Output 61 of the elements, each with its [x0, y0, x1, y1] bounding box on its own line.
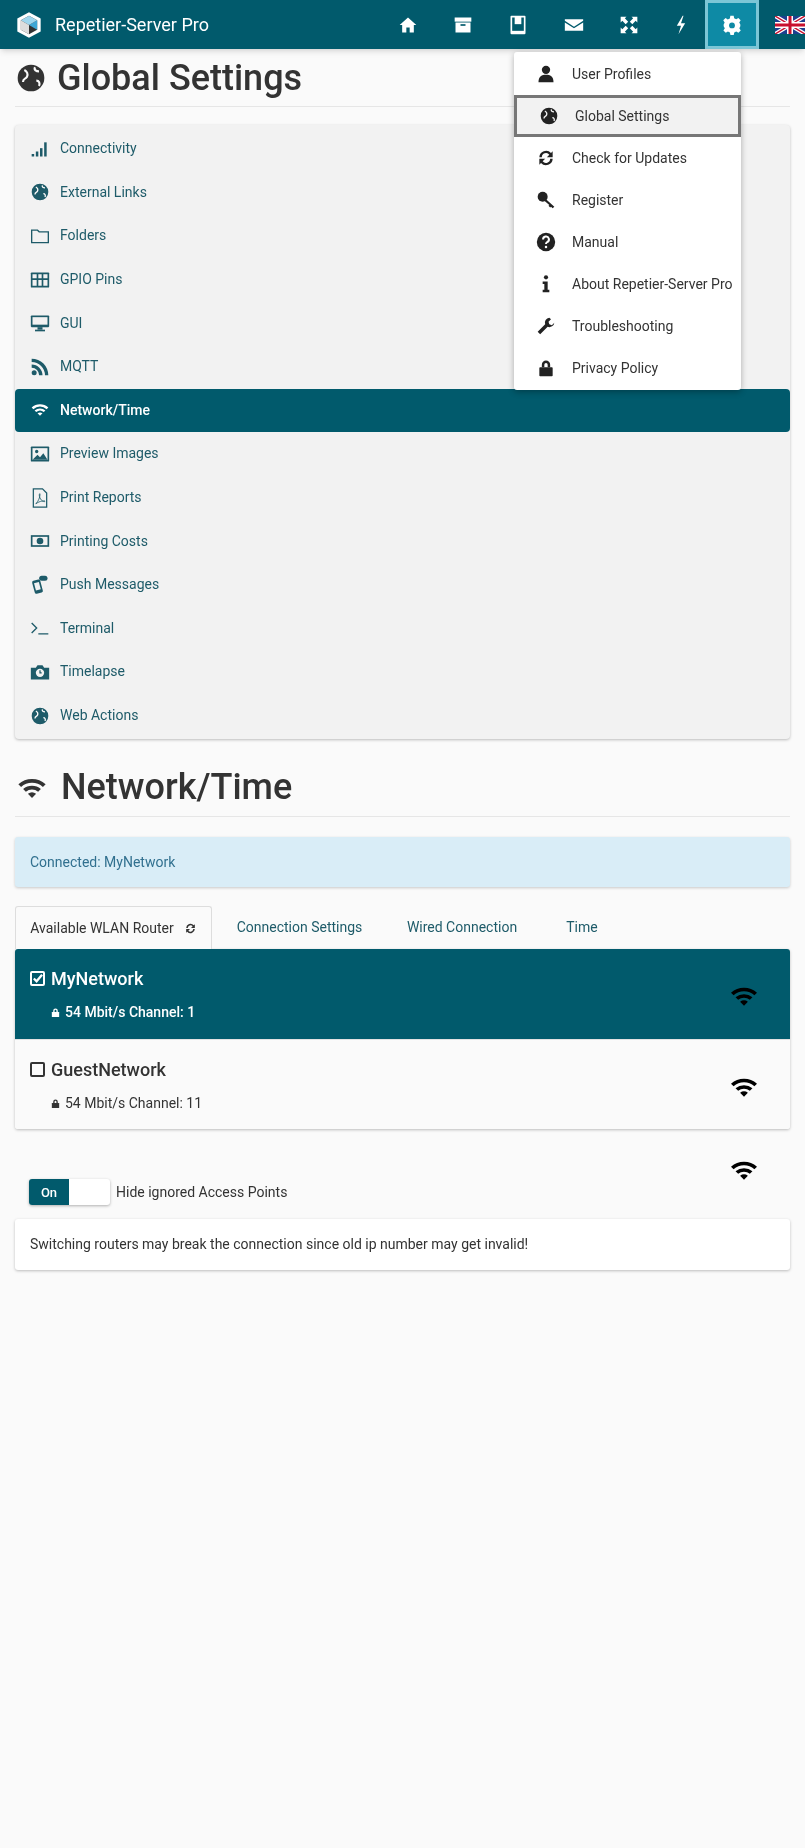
expand-icon: [619, 14, 639, 35]
lock-icon: [536, 358, 556, 378]
settings-menu-item[interactable]: External Links: [60, 181, 147, 203]
status-alert: Connected: MyNetwork: [15, 837, 790, 888]
checkbox[interactable]: [30, 1061, 45, 1077]
question-icon: [536, 232, 556, 252]
dropdown-menu-item[interactable]: Manual: [514, 221, 741, 263]
settings-menu-item[interactable]: GPIO Pins: [60, 269, 123, 291]
dropdown-menu-item[interactable]: Privacy Policy: [514, 347, 741, 389]
page-title: Global Settings: [57, 55, 303, 101]
tab[interactable]: Time: [537, 906, 627, 950]
settings-menu-item[interactable]: Push Messages: [60, 574, 160, 596]
settings-button[interactable]: [705, 0, 759, 49]
settings-menu-item[interactable]: Terminal: [60, 617, 115, 639]
settings-menu-item[interactable]: MQTT: [60, 356, 99, 378]
dropdown-menu-item[interactable]: User Profiles: [514, 53, 741, 95]
settings-menu-item[interactable]: Printing Costs: [60, 530, 148, 552]
settings-menu-item[interactable]: GUI: [60, 312, 83, 334]
refresh-icon[interactable]: [183, 921, 197, 935]
lock-icon: [50, 1007, 61, 1019]
settings-menu-item[interactable]: Print Reports: [60, 487, 142, 509]
rss-icon: [30, 356, 50, 377]
monitor-icon: [30, 313, 50, 334]
settings-menu-item[interactable]: Web Actions: [60, 705, 139, 726]
network-info: 54 Mbit/s Channel: 1: [65, 1003, 196, 1023]
globe-icon: [30, 182, 50, 203]
phone-icon: [30, 574, 50, 595]
network-row[interactable]: MyNetwork 54 Mbit/s Channel: 1: [15, 949, 790, 1040]
network-name: GuestNetwork: [51, 1057, 166, 1082]
network-info: 54 Mbit/s Channel: 11: [65, 1093, 203, 1113]
globe-icon: [539, 106, 559, 126]
dropdown-menu-item[interactable]: Global Settings: [514, 95, 741, 137]
network-name: MyNetwork: [51, 967, 144, 992]
lock-icon: [50, 1097, 61, 1109]
dropdown-menu-item[interactable]: Check for Updates: [514, 137, 741, 179]
settings-menu-item[interactable]: Timelapse: [60, 661, 125, 683]
app-title: Repetier-Server Pro: [55, 13, 209, 37]
cube-logo-icon: [15, 10, 43, 39]
flag-icon: [775, 15, 805, 34]
network-row[interactable]: GuestNetwork 54 Mbit/s Channel: 11: [15, 1039, 790, 1130]
dropdown-menu-item[interactable]: About Repetier-Server Pro: [514, 263, 741, 305]
info-note: Switching routers may break the connection since old ip number may get invalid!: [15, 1219, 790, 1271]
key-icon: [536, 190, 556, 210]
tab[interactable]: Connection Settings: [212, 906, 387, 950]
settings-menu-item[interactable]: Network/Time: [15, 388, 790, 433]
user-icon: [536, 64, 556, 84]
tab[interactable]: Wired Connection: [387, 906, 537, 950]
toggle-label: Hide ignored Access Points: [116, 1182, 288, 1202]
toggle-switch[interactable]: On: [29, 1179, 110, 1206]
settings-icon: [722, 14, 742, 35]
refresh-icon: [536, 148, 556, 168]
dropdown-menu-item[interactable]: Register: [514, 179, 741, 221]
pdf-file-icon: [30, 487, 50, 508]
settings-menu-item[interactable]: Folders: [60, 225, 107, 247]
section-title: Network/Time: [61, 764, 293, 810]
dropdown-menu-item[interactable]: Troubleshooting: [514, 305, 741, 347]
tab[interactable]: Available WLAN Router: [15, 906, 212, 950]
wrench-icon: [536, 316, 556, 336]
settings-menu-item[interactable]: Connectivity: [60, 138, 137, 160]
globe-icon: [30, 705, 50, 726]
settings-menu-item[interactable]: Preview Images: [60, 443, 159, 465]
